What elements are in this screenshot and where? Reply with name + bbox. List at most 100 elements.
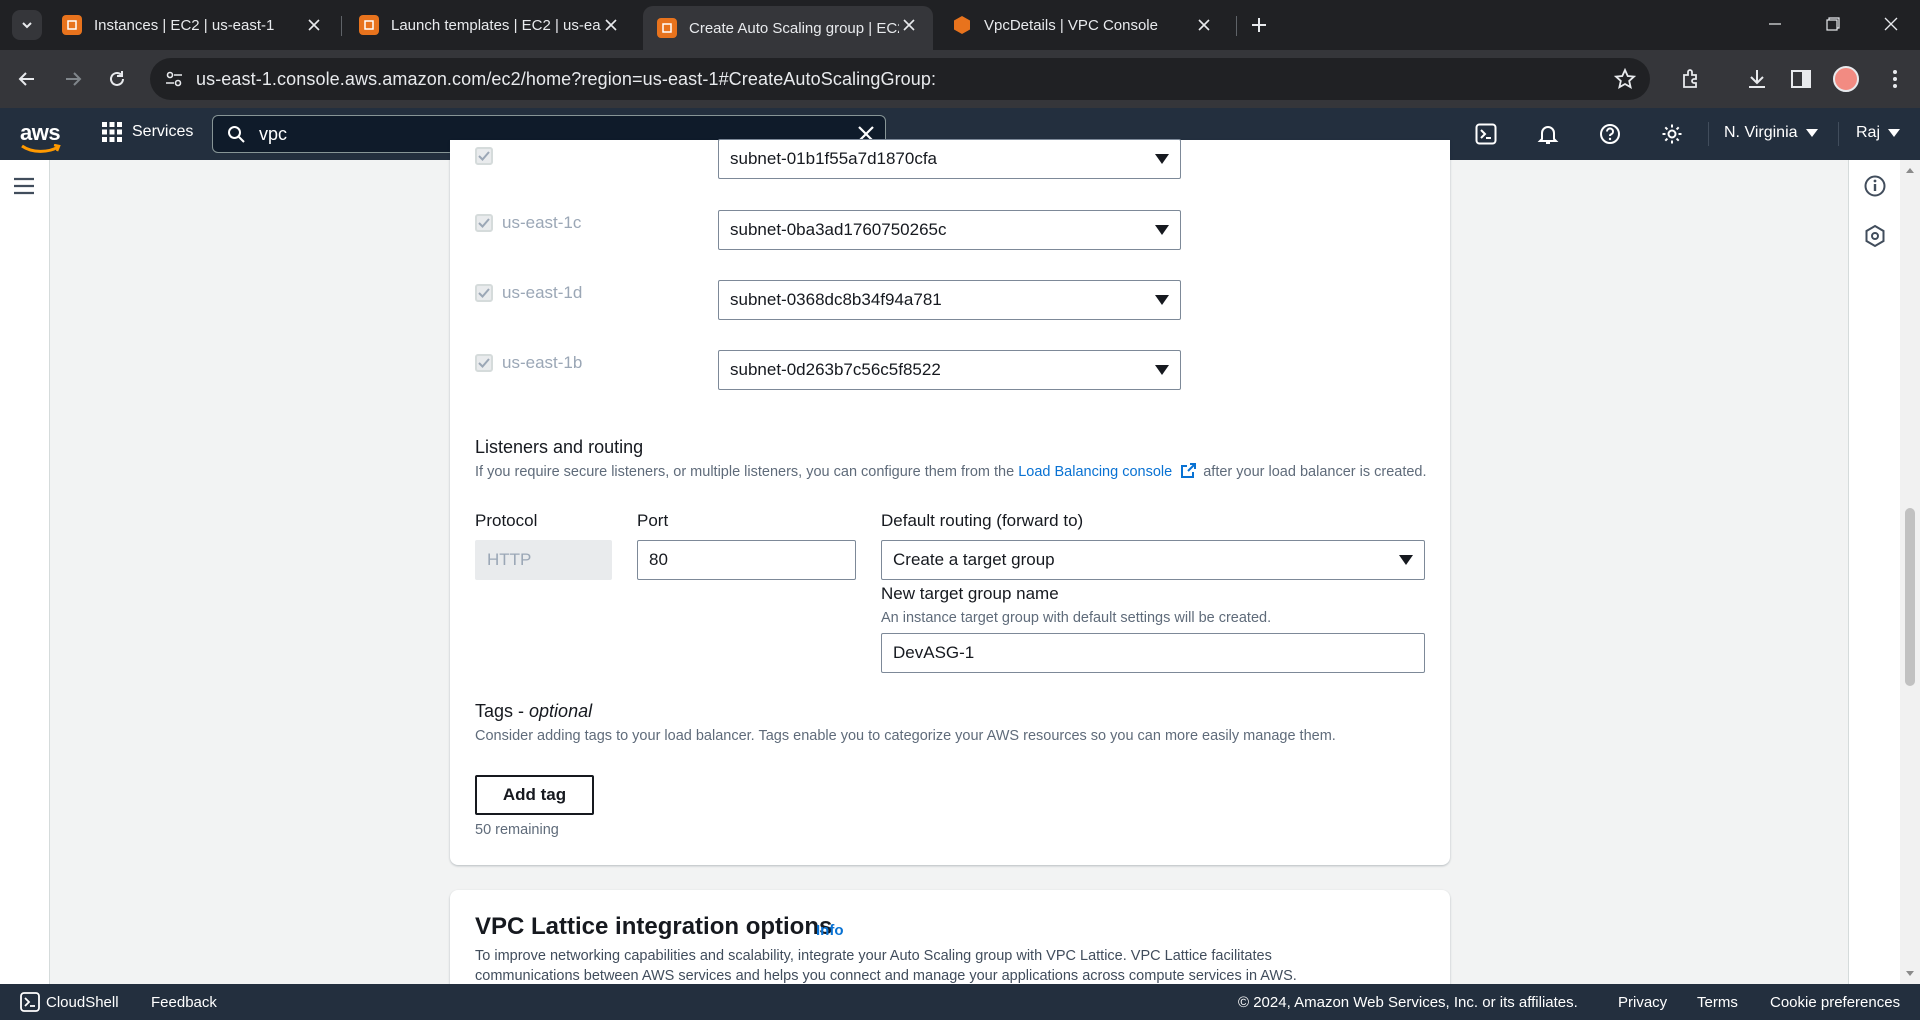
az-checkbox[interactable] [475, 354, 493, 372]
close-tab-icon[interactable] [304, 15, 324, 35]
tags-description: Consider adding tags to your load balanc… [475, 728, 1336, 744]
bell-icon [1537, 126, 1559, 144]
tags-title-text: Tags - [475, 701, 530, 721]
close-tab-icon[interactable] [601, 15, 621, 35]
notifications-button[interactable] [1535, 121, 1561, 147]
account-menu[interactable]: Raj [1856, 124, 1901, 142]
subnet-select[interactable]: subnet-01b1f55a7d1870cfa [718, 139, 1181, 179]
cloudshell-link[interactable]: CloudShell [20, 992, 119, 1012]
browser-menu-button[interactable] [1880, 64, 1910, 94]
url-text: us-east-1.console.aws.amazon.com/ec2/hom… [196, 68, 937, 89]
minimize-button[interactable] [1748, 0, 1802, 48]
user-label: Raj [1856, 124, 1881, 141]
routing-label: Default routing (forward to) [881, 511, 1084, 530]
info-icon[interactable] [1863, 174, 1887, 198]
ec2-favicon-icon [359, 15, 379, 35]
tab-instances[interactable]: Instances | EC2 | us-east-1 [48, 6, 338, 44]
feedback-link[interactable]: Feedback [151, 994, 217, 1011]
page-scrollbar[interactable] [1900, 160, 1920, 984]
arrow-left-icon [18, 72, 34, 86]
caret-down-icon [1888, 129, 1901, 137]
restore-button[interactable] [1806, 0, 1860, 48]
region-selector[interactable]: N. Virginia [1724, 124, 1818, 142]
new-tab-button[interactable] [1244, 10, 1274, 40]
tags-optional-text: optional [529, 701, 593, 721]
subnet-select[interactable]: subnet-0368dc8b34f94a781 [718, 280, 1181, 320]
port-label: Port [637, 511, 669, 530]
cloudshell-icon [1475, 123, 1497, 145]
close-tab-icon[interactable] [1194, 15, 1214, 35]
port-value: 80 [649, 550, 668, 569]
region-label: N. Virginia [1724, 124, 1798, 141]
site-info-icon[interactable] [160, 65, 188, 93]
close-window-button[interactable] [1864, 0, 1918, 48]
add-tag-label: Add tag [502, 785, 567, 804]
reload-button[interactable] [102, 64, 132, 94]
tab-title: Launch templates | EC2 | us-eas [391, 16, 601, 34]
side-panel-button[interactable] [1786, 64, 1816, 94]
cloudshell-nav-button[interactable] [1473, 121, 1499, 147]
ec2-favicon-icon [657, 18, 677, 38]
listeners-desc-before: If you require secure listeners, or mult… [475, 464, 1019, 480]
port-input[interactable]: 80 [637, 540, 856, 580]
tab-vpc-details[interactable]: VpcDetails | VPC Console [938, 6, 1228, 44]
forward-button[interactable] [58, 64, 88, 94]
settings-button[interactable] [1659, 121, 1685, 147]
subnet-value: subnet-01b1f55a7d1870cfa [730, 149, 938, 168]
grid-icon [102, 122, 122, 142]
subnet-select[interactable]: subnet-0ba3ad1760750265c [718, 210, 1181, 250]
tab-title: VpcDetails | VPC Console [984, 16, 1158, 34]
target-group-name-input[interactable]: DevASG-1 [881, 633, 1425, 673]
cloudshell-label: CloudShell [46, 993, 119, 1011]
vpc-lattice-info-link[interactable]: Info [816, 922, 844, 939]
restore-icon [1826, 17, 1840, 31]
help-button[interactable] [1597, 121, 1623, 147]
aws-smile-icon [21, 144, 61, 153]
target-group-name-label: New target group name [881, 584, 1059, 603]
az-checkbox[interactable] [475, 284, 493, 302]
add-tag-button[interactable]: Add tag [475, 775, 594, 815]
tab-separator [341, 16, 342, 36]
copyright-text: © 2024, Amazon Web Services, Inc. or its… [1238, 994, 1578, 1011]
search-icon [228, 126, 245, 143]
close-tab-icon[interactable] [899, 15, 919, 35]
downloads-button[interactable] [1742, 64, 1772, 94]
tags-remaining: 50 remaining [475, 822, 559, 838]
omnibox[interactable]: us-east-1.console.aws.amazon.com/ec2/hom… [150, 58, 1650, 100]
aws-logo-text: aws [20, 120, 61, 145]
hexagon-icon[interactable] [1863, 224, 1887, 248]
subnet-select[interactable]: subnet-0d263b7c56c5f8522 [718, 350, 1181, 390]
nav-divider [1708, 122, 1709, 146]
services-menu[interactable]: Services [102, 122, 193, 142]
az-checkbox[interactable] [475, 214, 493, 232]
listeners-title: Listeners and routing [475, 437, 644, 457]
cloudshell-icon [20, 992, 40, 1012]
arrow-right-icon [66, 72, 82, 86]
services-label: Services [132, 123, 194, 140]
extensions-button[interactable] [1676, 64, 1706, 94]
terms-link[interactable]: Terms [1697, 994, 1738, 1011]
load-balancing-console-link[interactable]: Load Balancing console [1018, 464, 1172, 480]
tab-search-button[interactable] [12, 10, 42, 40]
caret-down-icon [1155, 365, 1169, 375]
profile-avatar[interactable] [1833, 66, 1859, 92]
hamburger-menu-icon[interactable] [12, 176, 36, 196]
back-button[interactable] [12, 64, 42, 94]
scrollbar-thumb[interactable] [1905, 508, 1915, 686]
subnet-value: subnet-0d263b7c56c5f8522 [730, 360, 941, 379]
privacy-link[interactable]: Privacy [1618, 994, 1667, 1011]
protocol-value: HTTP [487, 550, 532, 569]
protocol-label: Protocol [475, 511, 538, 530]
right-utility-rail [1848, 160, 1900, 984]
bookmark-star-icon[interactable] [1614, 68, 1636, 90]
close-icon [1884, 17, 1898, 31]
gear-icon [1662, 124, 1682, 144]
aws-logo[interactable]: aws [20, 120, 61, 153]
default-routing-select[interactable]: Create a target group [881, 540, 1425, 580]
az-checkbox[interactable] [475, 147, 493, 165]
browser-address-bar: us-east-1.console.aws.amazon.com/ec2/hom… [0, 50, 1920, 108]
tab-launch-templates[interactable]: Launch templates | EC2 | us-eas [345, 6, 635, 44]
tab-create-asg[interactable]: Create Auto Scaling group | EC2 [643, 6, 933, 50]
ec2-favicon-icon [62, 15, 82, 35]
cookie-preferences-link[interactable]: Cookie preferences [1770, 994, 1900, 1011]
